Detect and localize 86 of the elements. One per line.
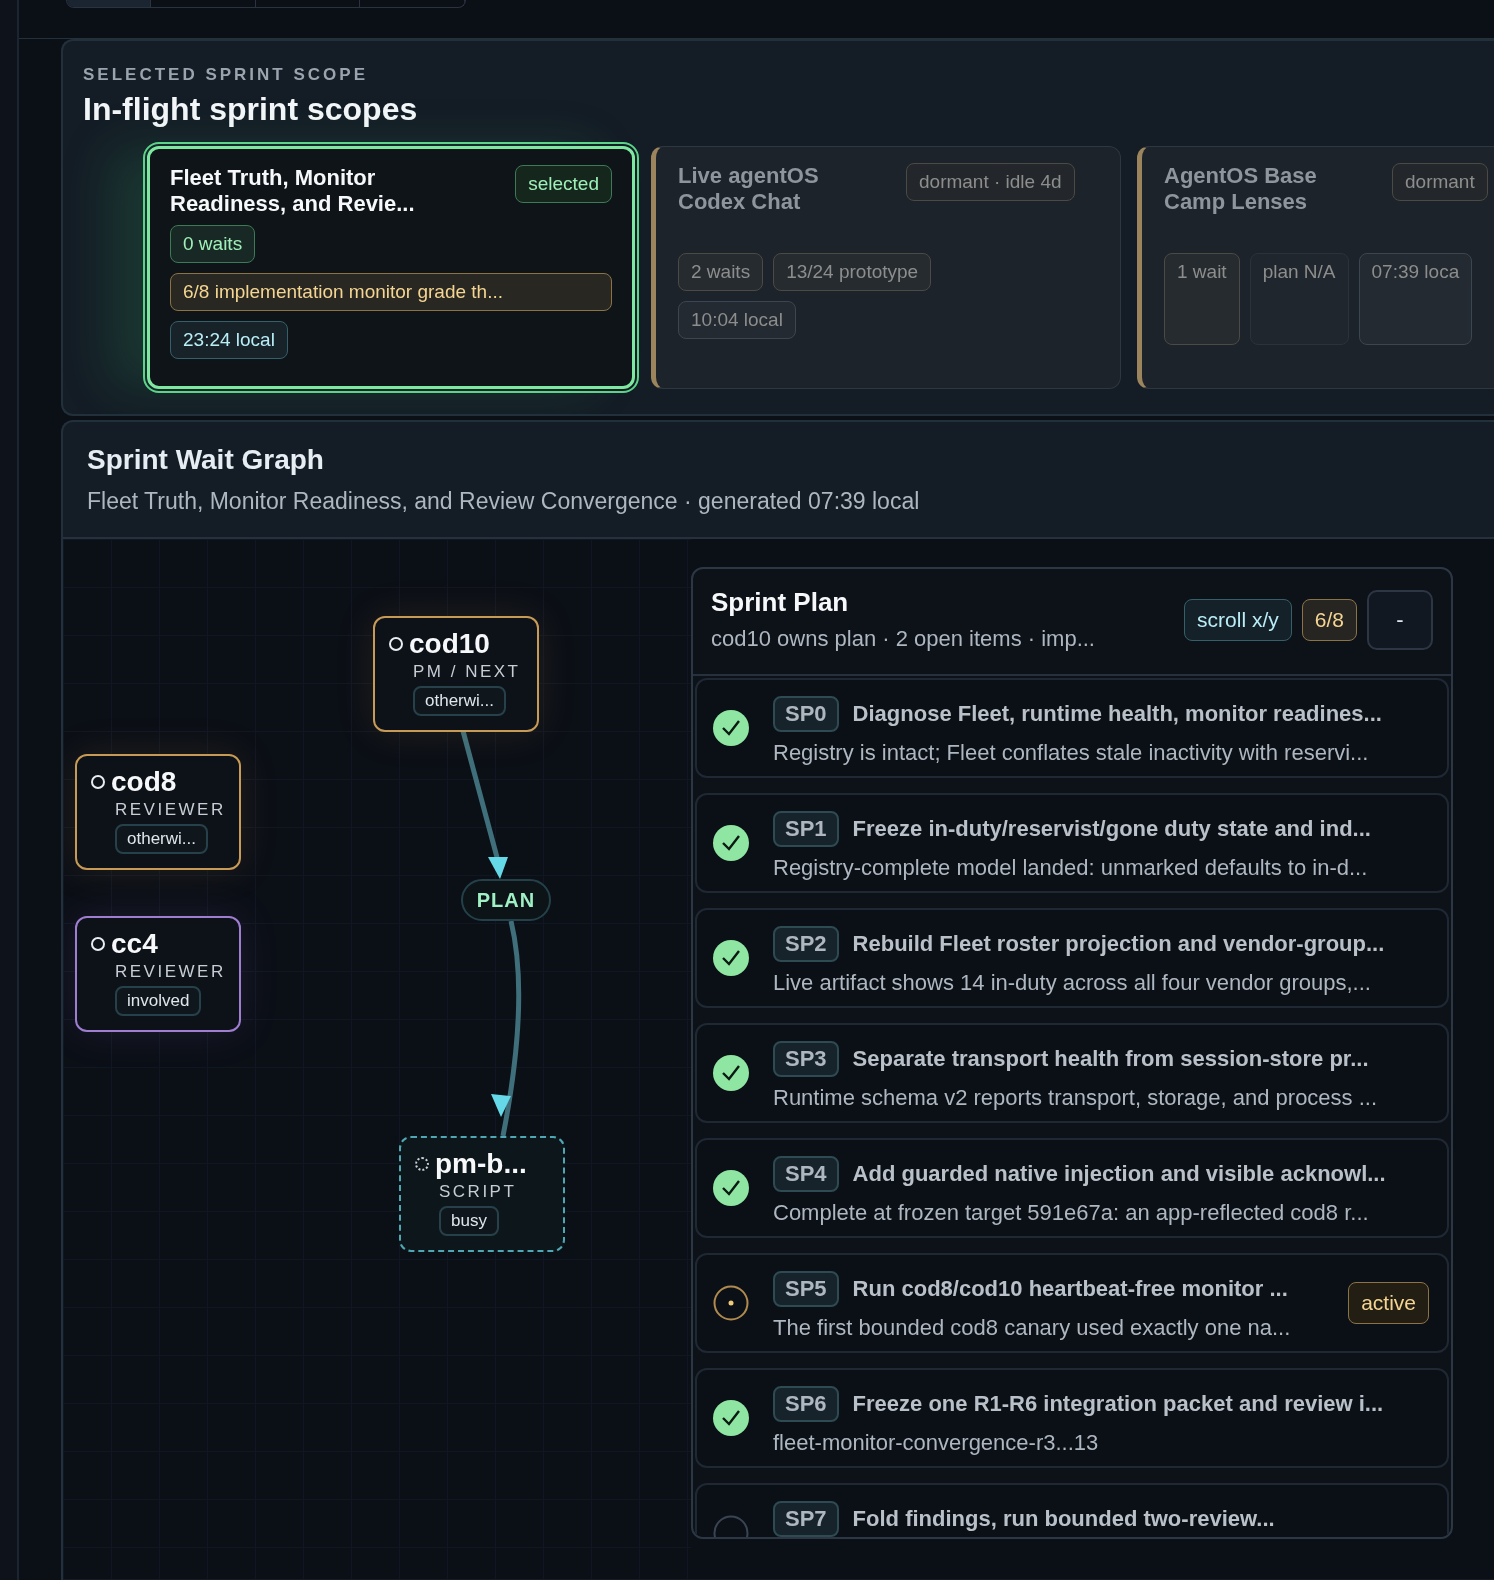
step-note: Runtime schema v2 reports transport, storage, and process ... <box>773 1085 1379 1111</box>
section-title: In-flight sprint scopes <box>83 91 419 128</box>
scope-title: Fleet Truth, Monitor Readiness, and Revie... <box>170 165 416 217</box>
step-title: Fold findings, run bounded two-review... <box>852 1506 1275 1532</box>
step-title: Freeze in-duty/reservist/gone duty state and ind... <box>852 816 1371 842</box>
step-id: SP0 <box>773 696 839 732</box>
scope-chip: 0 waits <box>170 225 256 263</box>
plan-chip: 6/8 <box>1301 598 1357 641</box>
plan-title: Sprint Plan <box>711 587 850 618</box>
collapse-button[interactable]: - <box>1367 589 1433 650</box>
scope-chip: 23:24 local <box>170 321 288 359</box>
plan-item[interactable]: SP2 Rebuild Fleet roster projection and vendor-group... Live artifact shows 14 in-duty across all four vendor groups,... <box>695 908 1449 1008</box>
step-note: Registry-complete model landed: unmarked defaults to in-d... <box>773 855 1369 881</box>
check-icon <box>713 1170 749 1206</box>
status-tag: dormant · idle 4d <box>906 163 1075 201</box>
step-note: fleet-monitor-convergence-r3...13 <box>773 1430 1100 1456</box>
step-title: Separate transport health from session-store pr... <box>852 1046 1369 1072</box>
status-tag: dormant <box>1392 163 1488 201</box>
step-note: Live artifact shows 14 in-duty across all four vendor groups,... <box>773 970 1372 996</box>
step-note: Complete at frozen target 591e67a: an app-reflected cod8 r... <box>773 1200 1370 1226</box>
check-icon <box>713 1055 749 1091</box>
step-id: SP7 <box>773 1501 839 1537</box>
plan-subtitle: cod10 owns plan · 2 open items · imp... <box>711 626 1096 652</box>
plan-item[interactable]: SP4 Add guarded native injection and visible acknowl... Complete at frozen target 591e67a: an app-reflected cod8 r... <box>695 1138 1449 1238</box>
plan-item[interactable]: SP7 Fold findings, run bounded two-review... <box>695 1483 1449 1537</box>
step-id: SP2 <box>773 926 839 962</box>
scope-chip: 10:04 local <box>678 301 796 339</box>
scope-chip: 2 waits <box>678 253 764 291</box>
node-chip: otherwi... <box>115 824 208 854</box>
agent-node[interactable]: cod8 REVIEWER otherwi... <box>75 754 241 870</box>
plan-item[interactable]: SP5 Run cod8/cod10 heartbeat-free monitor ... The first bounded cod8 canary used exactly one na... active <box>695 1253 1449 1353</box>
plan-item[interactable]: SP1 Freeze in-duty/reservist/gone duty state and ind... Registry-complete model landed: unmarked defaults to in-d... <box>695 793 1449 893</box>
plan-item[interactable]: SP0 Diagnose Fleet, runtime health, monitor readines... Registry is intact; Fleet conflates stale inactivity with reservi... <box>695 678 1449 778</box>
check-icon <box>713 1400 749 1436</box>
step-note: The first bounded cod8 canary used exactly one na... <box>773 1315 1292 1341</box>
scope-title: Live agentOS Codex Chat <box>678 163 820 215</box>
step-id: SP6 <box>773 1386 839 1422</box>
node-name: cc4 <box>111 928 158 960</box>
active-dot-icon <box>713 1285 749 1321</box>
check-icon <box>713 940 749 976</box>
step-title: Rebuild Fleet roster projection and vendor-group... <box>852 931 1385 957</box>
node-chip: busy <box>439 1206 499 1236</box>
step-badge: active <box>1348 1282 1429 1324</box>
check-icon <box>713 825 749 861</box>
node-name: pm-b... <box>435 1148 527 1180</box>
scope-chip: 07:39 loca <box>1358 253 1473 345</box>
scope-title: AgentOS Base Camp Lenses <box>1164 163 1318 215</box>
node-name: cod10 <box>409 628 490 660</box>
status-ring-icon <box>91 937 105 951</box>
graph-subtitle: Fleet Truth, Monitor Readiness, and Review Convergence · generated 07:39 local <box>87 488 921 515</box>
plan-item[interactable]: SP6 Freeze one R1-R6 integration packet and review i... fleet-monitor-convergence-r3...13 <box>695 1368 1449 1468</box>
node-role: SCRIPT <box>439 1182 518 1202</box>
node-name: cod8 <box>111 766 177 798</box>
agent-node[interactable]: cc4 REVIEWER involved <box>75 916 241 1032</box>
status-ring-icon <box>389 637 403 651</box>
step-title: Diagnose Fleet, runtime health, monitor readines... <box>852 701 1382 727</box>
agent-node[interactable]: pm-b... SCRIPT busy <box>399 1136 565 1252</box>
node-chip: otherwi... <box>413 686 506 716</box>
status-ring-icon <box>415 1157 429 1171</box>
step-title: Freeze one R1-R6 integration packet and review i... <box>852 1391 1384 1417</box>
step-id: SP4 <box>773 1156 839 1192</box>
status-ring-icon <box>91 775 105 789</box>
scope-card[interactable]: Live agentOS Codex Chat dormant · idle 4d 2 waits 13/24 prototype 10:04 local <box>651 146 1121 389</box>
step-id: SP1 <box>773 811 839 847</box>
scope-chip: 13/24 prototype <box>773 253 932 291</box>
status-tag: selected <box>515 165 612 203</box>
plan-chip: scroll x/y <box>1184 598 1292 641</box>
node-role: REVIEWER <box>115 800 227 820</box>
step-id: SP3 <box>773 1041 839 1077</box>
scope-chip: 6/8 implementation monitor grade th... <box>170 273 612 311</box>
step-title: Add guarded native injection and visible acknowl... <box>852 1161 1386 1187</box>
node-chip: involved <box>115 986 202 1016</box>
step-note: Registry is intact; Fleet conflates stale inactivity with reservi... <box>773 740 1370 766</box>
scope-chip: plan N/A <box>1249 253 1349 345</box>
step-id: SP5 <box>773 1271 839 1307</box>
section-eyebrow: SELECTED SPRINT SCOPE <box>83 65 369 85</box>
agent-node[interactable]: cod10 PM / NEXT otherwi... <box>373 616 539 732</box>
check-icon <box>713 710 749 746</box>
step-title: Run cod8/cod10 heartbeat-free monitor ... <box>852 1276 1288 1302</box>
scope-chip: 1 wait <box>1164 253 1240 345</box>
graph-title: Sprint Wait Graph <box>87 444 325 476</box>
node-role: REVIEWER <box>115 962 227 982</box>
scope-card[interactable]: AgentOS Base Camp Lenses dormant 1 wait plan N/A 07:39 loca <box>1137 146 1494 389</box>
plan-item[interactable]: SP3 Separate transport health from session-store pr... Runtime schema v2 reports transport, storage, and process ... <box>695 1023 1449 1123</box>
gate-pill[interactable]: PLAN <box>461 879 551 921</box>
node-role: PM / NEXT <box>413 662 522 682</box>
